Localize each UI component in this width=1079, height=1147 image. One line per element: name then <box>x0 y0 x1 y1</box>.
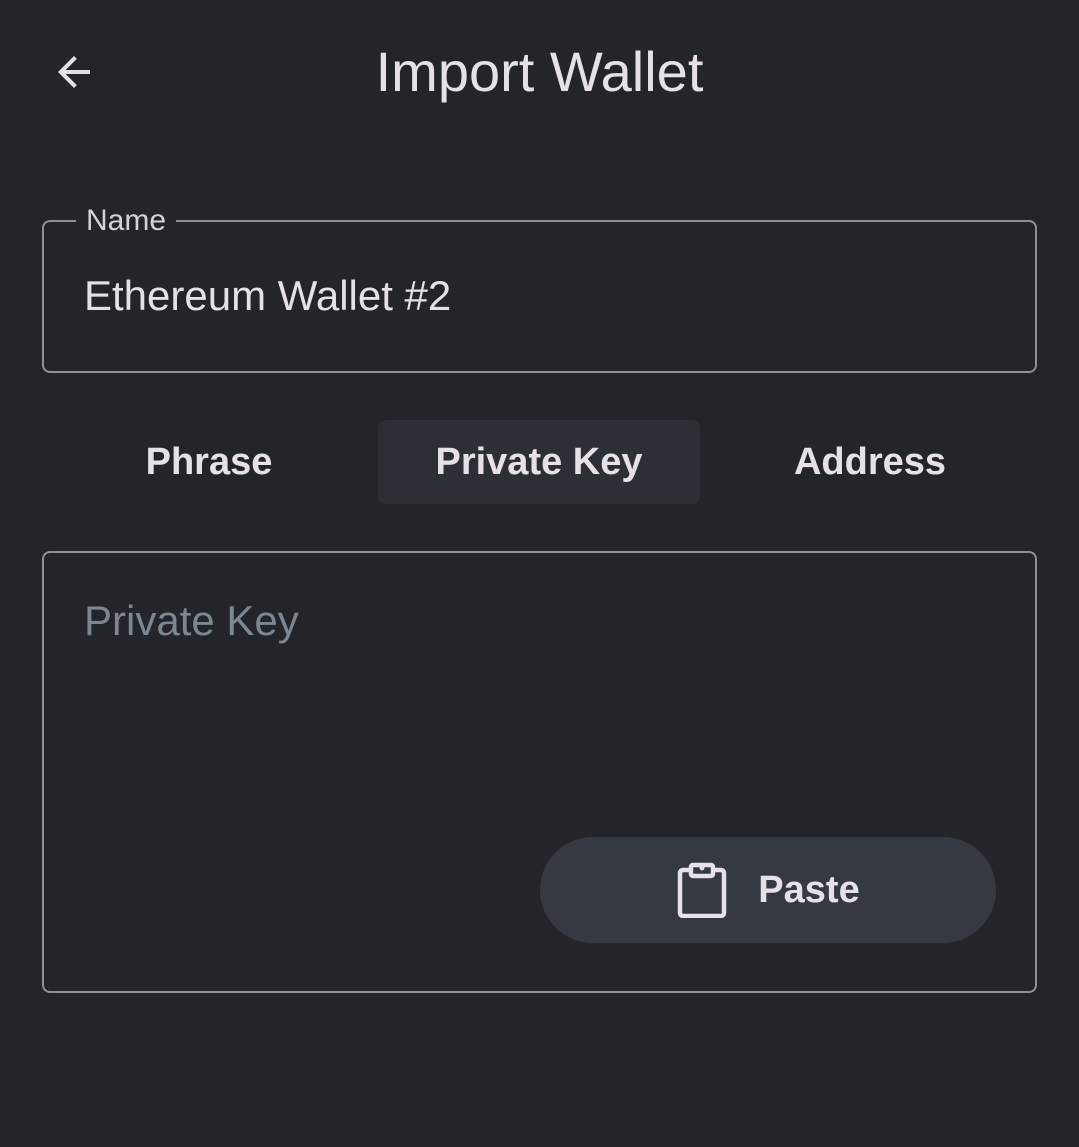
page-title: Import Wallet <box>375 40 704 103</box>
name-input[interactable] <box>84 268 984 324</box>
tab-phrase[interactable]: Phrase <box>44 420 374 504</box>
private-key-field[interactable]: Paste <box>42 551 1037 993</box>
name-field-label: Name <box>76 204 177 238</box>
name-field[interactable]: Name <box>42 204 1037 373</box>
arrow-left-icon <box>58 56 90 88</box>
tab-private-key[interactable]: Private Key <box>378 420 700 504</box>
import-wallet-screen: Import Wallet Name Phrase Private Key Ad… <box>0 0 1079 1147</box>
private-key-input[interactable] <box>84 593 994 833</box>
paste-button[interactable]: Paste <box>540 837 996 943</box>
import-method-tabs: Phrase Private Key Address <box>44 420 1036 504</box>
tab-address[interactable]: Address <box>704 420 1036 504</box>
back-button[interactable] <box>36 36 112 108</box>
paste-button-label: Paste <box>758 868 860 911</box>
clipboard-icon <box>676 862 728 918</box>
